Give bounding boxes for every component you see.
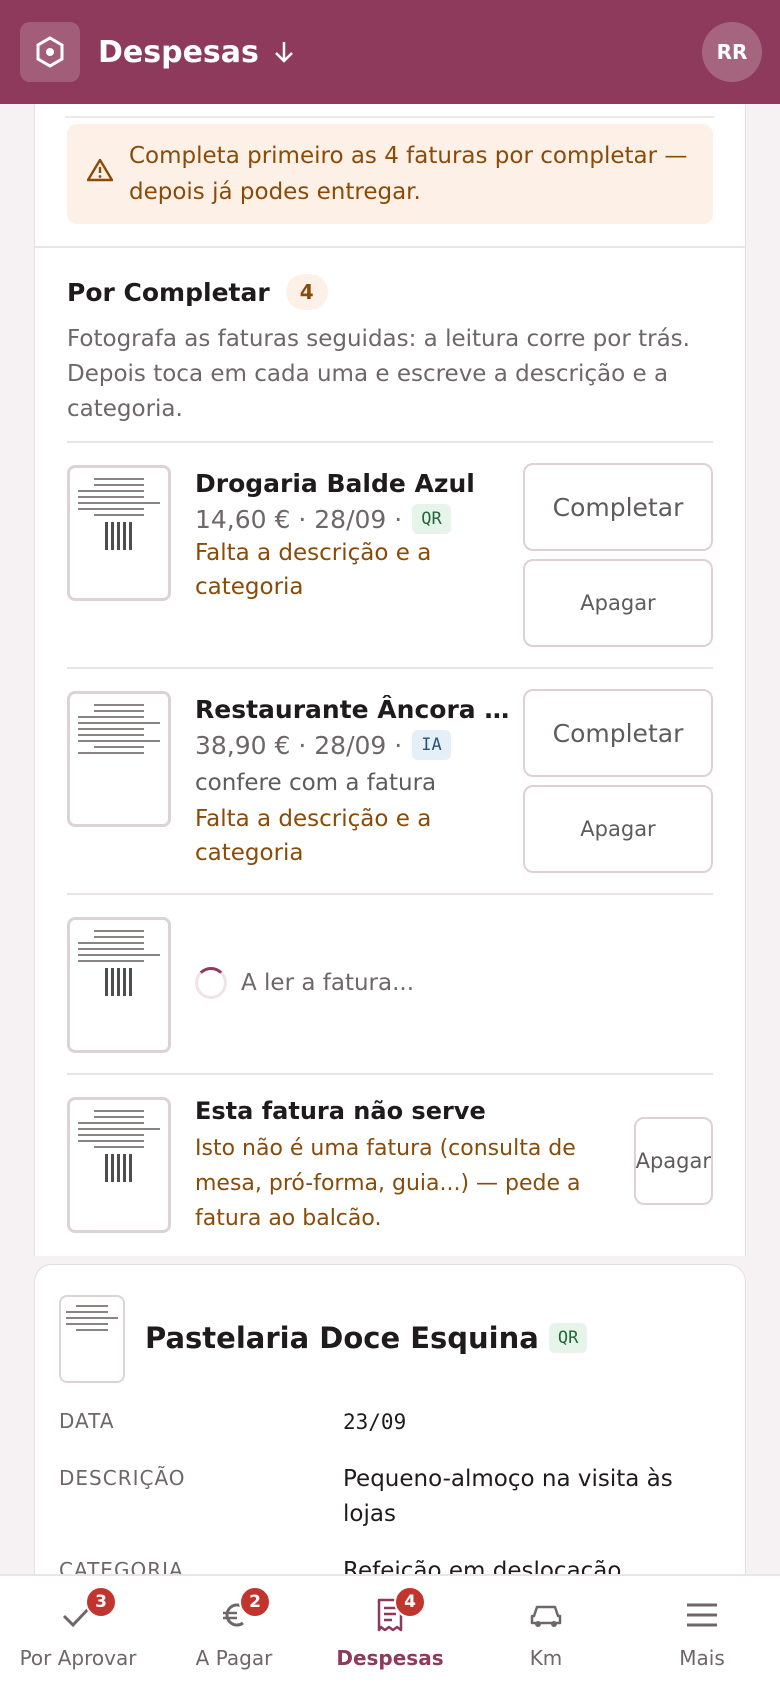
warning-banner: Completa primeiro as 4 faturas por compl…	[67, 124, 713, 224]
row-value: Refeição em deslocação	[343, 1558, 622, 1574]
row-value: 23/09	[343, 1410, 407, 1434]
detail-row-description: DESCRIÇÃO Pequeno-almoço na visita às lo…	[59, 1462, 721, 1532]
invalid-text: Isto não é uma fatura (consulta de mesa,…	[195, 1136, 581, 1231]
nav-item-km[interactable]: Km	[468, 1576, 624, 1688]
invoice-thumbnail	[67, 917, 171, 1053]
check-icon: 3	[61, 1586, 117, 1638]
missing-fields-text: Falta a descrição e a categoria	[195, 540, 432, 600]
pending-header: Por Completar 4	[67, 274, 713, 310]
receipt-icon: 4	[376, 1586, 426, 1638]
invoice-name: Restaurante Âncora de…	[195, 695, 511, 724]
invoice-actions: Completar Apagar	[523, 463, 713, 647]
nav-label: Despesas	[336, 1646, 444, 1670]
delete-button[interactable]: Apagar	[523, 559, 713, 647]
invalid-title: Esta fatura não serve	[195, 1097, 486, 1125]
nav-item-a-pagar[interactable]: 2 A Pagar	[156, 1576, 312, 1688]
nav-label: A Pagar	[195, 1646, 273, 1670]
source-tag: QR	[412, 504, 451, 534]
invoice-item[interactable]: Drogaria Balde Azul 14,60 € · 28/09 · QR…	[67, 443, 713, 669]
spinner-icon	[195, 967, 227, 999]
invoice-thumbnail[interactable]	[67, 691, 171, 827]
invoice-item-loading: A ler a fatura...	[67, 895, 713, 1075]
nav-label: Mais	[679, 1646, 725, 1670]
warning-text: Completa primeiro as 4 faturas por compl…	[129, 143, 688, 205]
warning-card: Completa primeiro as 4 faturas por compl…	[34, 104, 746, 248]
main-scroll-area[interactable]: Completa primeiro as 4 faturas por compl…	[34, 104, 746, 1574]
invoice-info: Restaurante Âncora de… 38,90 € · 28/09 ·…	[195, 689, 511, 870]
invoice-meta: 14,60 € · 28/09 · QR	[195, 504, 511, 534]
euro-icon: 2	[219, 1586, 271, 1638]
section-title: Por Completar	[67, 277, 270, 307]
source-tag: IA	[412, 730, 451, 760]
invoice-name: Drogaria Balde Azul	[195, 469, 475, 498]
nav-badge: 4	[394, 1586, 426, 1618]
pending-count-badge: 4	[285, 274, 328, 310]
nav-badge: 3	[85, 1586, 117, 1618]
invoice-detail-card[interactable]: Pastelaria Doce Esquina QR DATA 23/09 DE…	[34, 1264, 746, 1574]
invoice-thumbnail[interactable]	[59, 1295, 125, 1383]
nav-item-mais[interactable]: Mais	[624, 1576, 780, 1688]
pending-section: Por Completar 4 Fotografa as faturas seg…	[34, 248, 746, 1256]
invoice-amount-date: 38,90 € · 28/09 ·	[195, 730, 403, 760]
sort-down-arrow-icon[interactable]	[273, 39, 295, 65]
car-icon	[528, 1592, 564, 1638]
invoice-info: Drogaria Balde Azul 14,60 € · 28/09 · QR…	[195, 463, 511, 604]
nav-item-por-aprovar[interactable]: 3 Por Aprovar	[0, 1576, 156, 1688]
invoice-thumbnail[interactable]	[67, 1097, 171, 1233]
missing-fields-text: Falta a descrição e a categoria	[195, 806, 432, 866]
detail-header: Pastelaria Doce Esquina QR	[59, 1293, 721, 1383]
invoice-actions: Completar Apagar	[523, 689, 713, 873]
loading-text: A ler a fatura...	[241, 970, 415, 996]
invoice-meta: 38,90 € · 28/09 · IA	[195, 730, 511, 760]
section-description: Fotografa as faturas seguidas: a leitura…	[67, 322, 713, 443]
row-label: DESCRIÇÃO	[59, 1466, 186, 1490]
complete-button[interactable]: Completar	[523, 463, 713, 551]
nav-label: Km	[529, 1646, 563, 1670]
delete-button[interactable]: Apagar	[633, 1117, 713, 1205]
nav-item-despesas[interactable]: 4 Despesas	[312, 1576, 468, 1688]
invoice-amount-date: 14,60 € · 28/09 ·	[195, 504, 403, 534]
page-title: Despesas	[98, 34, 259, 70]
detail-title: Pastelaria Doce Esquina	[145, 1321, 539, 1355]
nav-badge: 2	[239, 1586, 271, 1618]
invoice-info: Esta fatura não serve Isto não é uma fat…	[195, 1095, 634, 1236]
complete-button[interactable]: Completar	[523, 689, 713, 777]
app-bar: Despesas RR	[0, 0, 780, 104]
bottom-nav: 3 Por Aprovar 2 A Pagar 4 Despesas Km Ma…	[0, 1574, 780, 1688]
warning-icon	[86, 158, 114, 186]
row-value: Pequeno-almoço na visita às lojas	[343, 1466, 673, 1527]
invoice-thumbnail[interactable]	[67, 465, 171, 601]
avatar[interactable]: RR	[702, 22, 762, 82]
source-tag: QR	[548, 1323, 588, 1353]
loading-indicator: A ler a fatura...	[195, 915, 414, 1051]
delete-button[interactable]: Apagar	[523, 785, 713, 873]
detail-row-category: CATEGORIA Refeição em deslocação	[59, 1554, 721, 1574]
review-hint-text: confere com a fatura	[195, 770, 437, 796]
row-label: CATEGORIA	[59, 1558, 184, 1574]
menu-icon	[685, 1592, 719, 1638]
invoice-item-invalid: Esta fatura não serve Isto não é uma fat…	[67, 1075, 713, 1256]
invoice-item[interactable]: Restaurante Âncora de… 38,90 € · 28/09 ·…	[67, 669, 713, 895]
row-label: DATA	[59, 1409, 115, 1433]
nav-label: Por Aprovar	[19, 1646, 137, 1670]
detail-row-date: DATA 23/09	[59, 1405, 721, 1440]
app-logo-icon[interactable]	[20, 22, 80, 82]
